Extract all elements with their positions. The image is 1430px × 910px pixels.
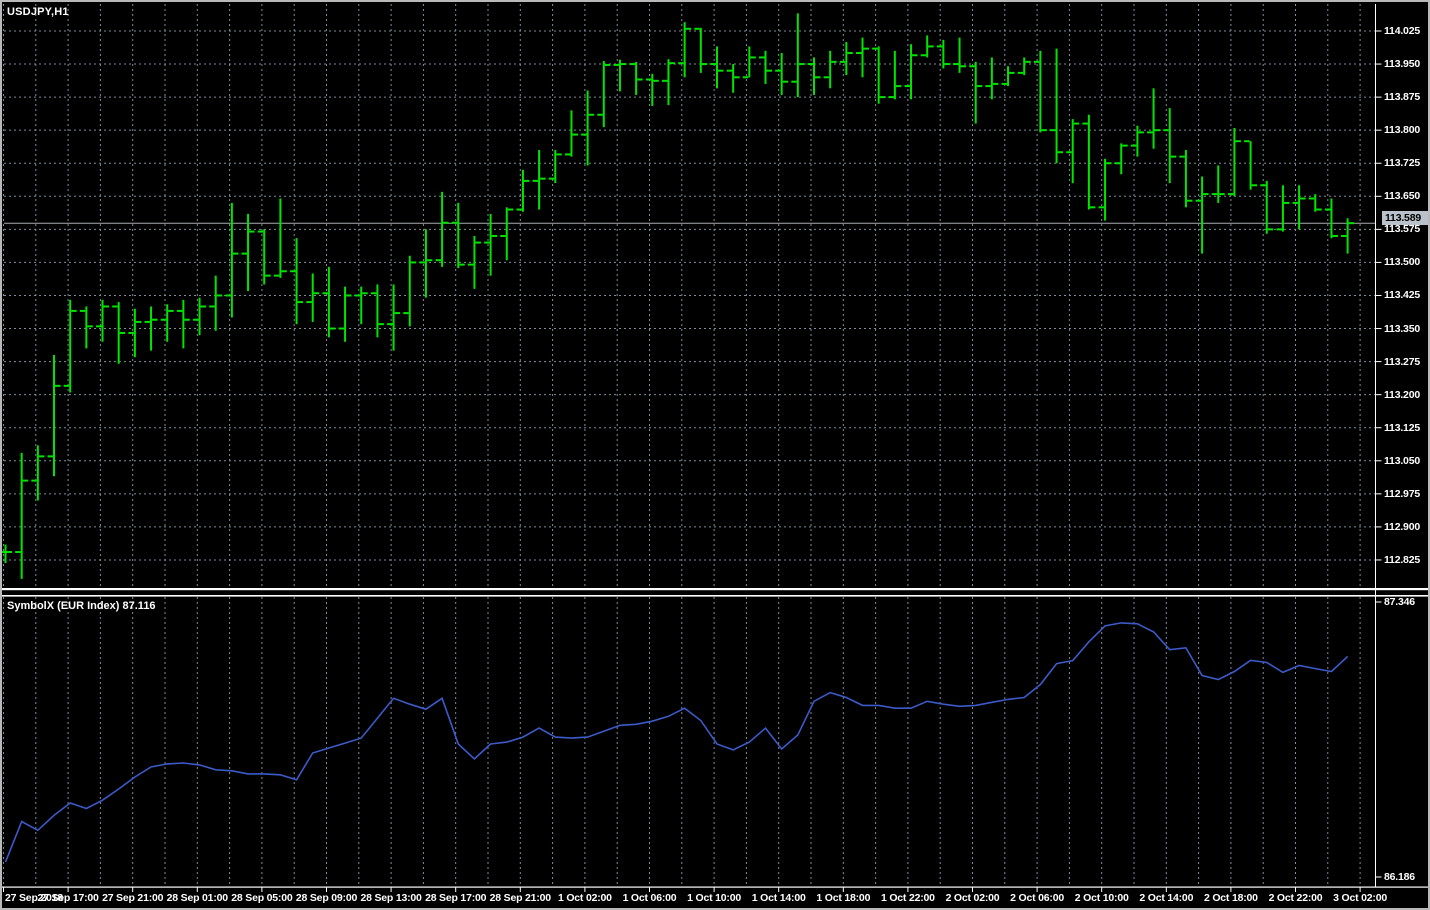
indicator-pane[interactable] — [2, 599, 1375, 888]
price-axis-label: 113.200 — [1384, 388, 1420, 401]
price-axis-label: 113.800 — [1384, 124, 1420, 137]
price-axis-label: 113.500 — [1384, 256, 1420, 269]
price-axis-label: 113.350 — [1384, 322, 1420, 335]
price-axis-label: 112.975 — [1384, 487, 1420, 500]
pane-splitter[interactable] — [2, 588, 1428, 597]
price-axis-label: 113.050 — [1384, 454, 1420, 467]
price-axis-label: 113.575 — [1384, 223, 1420, 236]
price-axis-label: 112.900 — [1384, 520, 1420, 533]
price-axis-label: 112.825 — [1384, 553, 1420, 566]
main-chart-pane[interactable] — [2, 2, 1375, 590]
indicator-axis-label-max: 87.346 — [1384, 596, 1415, 608]
chart-window: USDJPY,H1 SymbolX (EUR Index) 87.116 113… — [0, 0, 1430, 910]
price-axis-label: 113.425 — [1384, 289, 1420, 302]
price-axis-label: 114.025 — [1384, 25, 1420, 37]
indicator-name-value-label: SymbolX (EUR Index) 87.116 — [7, 600, 156, 612]
symbol-timeframe-label: USDJPY,H1 — [7, 6, 69, 18]
price-axis-label: 113.275 — [1384, 355, 1420, 368]
indicator-axis-label-min: 86.186 — [1384, 871, 1415, 883]
time-axis-label: 3 Oct 02:00 — [1333, 892, 1388, 904]
price-axis-label: 113.950 — [1384, 58, 1420, 71]
price-axis-label: 113.875 — [1384, 91, 1420, 104]
price-axis-label: 113.650 — [1384, 190, 1420, 203]
price-axis-label: 113.725 — [1384, 157, 1420, 170]
price-axis-label: 113.125 — [1384, 421, 1420, 434]
